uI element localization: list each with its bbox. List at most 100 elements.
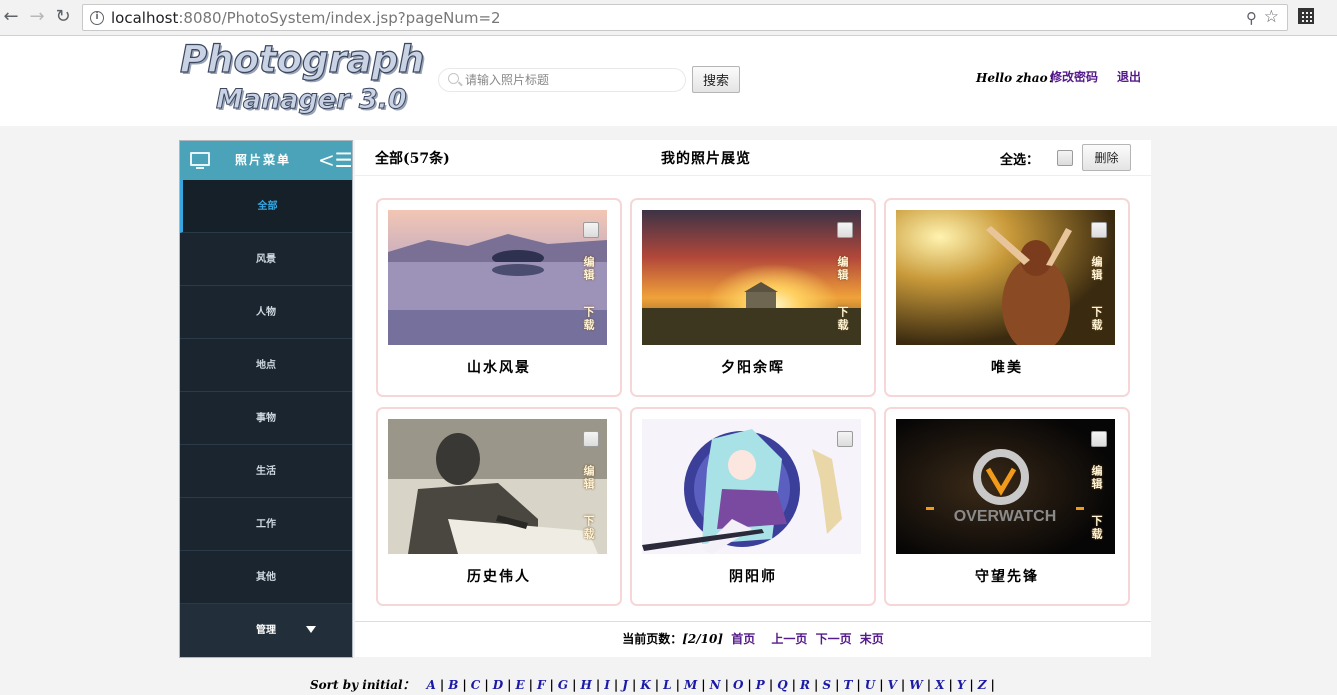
edit-link[interactable]: 编辑: [1090, 256, 1104, 282]
initial-letter-link[interactable]: V: [884, 678, 901, 692]
initial-letter-link[interactable]: P: [752, 678, 769, 692]
sidebar-item-work[interactable]: 工作: [180, 498, 352, 551]
url-text: localhost:8080/PhotoSystem/index.jsp?pag…: [111, 9, 501, 27]
prev-page-link[interactable]: 上一页: [771, 632, 807, 646]
separator: |: [990, 678, 995, 692]
photo-count: 全部(57条): [375, 151, 450, 167]
initial-letter-link[interactable]: B: [444, 678, 462, 692]
pager-label: 当前页数：: [622, 632, 683, 646]
next-page-link[interactable]: 下一页: [816, 632, 852, 646]
edit-link[interactable]: 编辑: [1090, 465, 1104, 491]
photo-title: 阴阳师: [729, 569, 777, 585]
photo-select-checkbox[interactable]: [583, 431, 599, 447]
initial-letter-link[interactable]: M: [680, 678, 701, 692]
initial-letter-link[interactable]: Z: [974, 678, 991, 692]
select-all-label: 全选：: [1000, 153, 1040, 168]
edit-link[interactable]: 编辑: [836, 256, 850, 282]
photo-select-checkbox[interactable]: [583, 222, 599, 238]
lake-landscape-image: [388, 210, 607, 345]
download-link[interactable]: 下载: [1090, 306, 1104, 332]
info-icon[interactable]: i: [90, 11, 104, 25]
initial-letter-link[interactable]: H: [577, 678, 596, 692]
initial-letter-link[interactable]: L: [659, 678, 675, 692]
initial-letter-link[interactable]: Y: [953, 678, 970, 692]
logo-line-2: Manager 3.0: [216, 84, 408, 116]
logo-line-1: Photograph: [179, 37, 425, 81]
photo-card: OVERWATCH 编辑 下载 守望先锋: [884, 407, 1130, 606]
download-link[interactable]: 下载: [836, 306, 850, 332]
initial-letter-link[interactable]: E: [511, 678, 528, 692]
search-input[interactable]: [465, 72, 675, 88]
photo-image[interactable]: [388, 419, 607, 554]
select-all-checkbox[interactable]: [1057, 150, 1073, 166]
sidebar-item-other[interactable]: 其他: [180, 551, 352, 604]
change-password-link[interactable]: 修改密码: [1050, 68, 1098, 85]
initial-letter-link[interactable]: T: [839, 678, 856, 692]
photo-image[interactable]: [388, 210, 607, 345]
photo-select-checkbox[interactable]: [1091, 222, 1107, 238]
qr-code-icon[interactable]: [1298, 8, 1314, 24]
delete-button[interactable]: 删除: [1082, 144, 1131, 171]
initial-letter-link[interactable]: C: [467, 678, 485, 692]
initial-letter-link[interactable]: I: [600, 678, 614, 692]
zoom-icon[interactable]: ⚲: [1246, 9, 1257, 27]
sort-by-initial-bar: Sort by initial： A | B | C | D | E | F | G | H | I | J | K | L |…: [310, 676, 995, 693]
first-page-link[interactable]: 首页: [731, 632, 755, 646]
initial-letter-link[interactable]: G: [554, 678, 572, 692]
sidebar-title: 照片菜单: [235, 153, 292, 167]
sidebar-item-people[interactable]: 人物: [180, 286, 352, 339]
download-link[interactable]: 下载: [582, 515, 596, 541]
address-bar[interactable]: i localhost:8080/PhotoSystem/index.jsp?p…: [82, 4, 1288, 31]
sidebar-item-places[interactable]: 地点: [180, 339, 352, 392]
search-icon: [448, 73, 459, 84]
initial-letter-link[interactable]: Q: [773, 678, 791, 692]
edit-link[interactable]: 编辑: [582, 256, 596, 282]
photo-image[interactable]: [896, 210, 1115, 345]
back-arrow-icon[interactable]: ←: [0, 6, 22, 28]
initial-letter-link[interactable]: W: [905, 678, 926, 692]
photo-card: 阴阳师: [630, 407, 876, 606]
forward-arrow-icon[interactable]: →: [26, 6, 48, 28]
photo-title: 唯美: [991, 360, 1023, 376]
initial-letter-link[interactable]: F: [533, 678, 550, 692]
download-link[interactable]: 下载: [582, 306, 596, 332]
logout-link[interactable]: 退出: [1117, 68, 1141, 85]
initial-letter-link[interactable]: A: [423, 678, 440, 692]
monitor-icon: [190, 152, 210, 169]
caret-down-icon: [306, 626, 316, 633]
photo-select-checkbox[interactable]: [837, 222, 853, 238]
photo-title: 夕阳余晖: [721, 360, 785, 376]
photo-select-checkbox[interactable]: [1091, 431, 1107, 447]
search-button[interactable]: 搜索: [692, 66, 740, 93]
initial-letter-link[interactable]: O: [729, 678, 747, 692]
sidebar-item-manage[interactable]: 管理: [180, 604, 352, 657]
initial-letter-link[interactable]: D: [489, 678, 507, 692]
bookmark-star-icon[interactable]: ☆: [1264, 7, 1279, 27]
photo-select-checkbox[interactable]: [837, 431, 853, 447]
initial-letter-link[interactable]: R: [796, 678, 814, 692]
last-page-link[interactable]: 末页: [860, 632, 884, 646]
sidebar-item-things[interactable]: 事物: [180, 392, 352, 445]
initial-letter-link[interactable]: N: [706, 678, 725, 692]
initial-letter-link[interactable]: S: [818, 678, 835, 692]
menu-collapse-icon[interactable]: <☰: [318, 150, 353, 170]
download-link[interactable]: 下载: [1090, 515, 1104, 541]
reload-icon[interactable]: ↻: [52, 6, 74, 28]
initial-letter-link[interactable]: K: [636, 678, 654, 692]
sidebar-item-all[interactable]: 全部: [180, 180, 352, 233]
sunset-image: [642, 210, 861, 345]
initial-letter-links: A | B | C | D | E | F | G | H | I | J | K | L | M | N | O | P | Q | R | S | T |…: [423, 678, 995, 692]
initial-letter-link[interactable]: X: [931, 678, 948, 692]
separator: |: [879, 678, 884, 692]
sidebar-item-life[interactable]: 生活: [180, 445, 352, 498]
photo-image[interactable]: OVERWATCH: [896, 419, 1115, 554]
initial-letter-link[interactable]: J: [618, 678, 632, 692]
photo-title: 守望先锋: [975, 569, 1039, 585]
sidebar: 照片菜单 <☰ 全部 风景 人物 地点 事物 生活 工作 其他 管理: [179, 140, 353, 658]
initial-letter-link[interactable]: U: [861, 678, 879, 692]
sidebar-item-scenery[interactable]: 风景: [180, 233, 352, 286]
overwatch-text: OVERWATCH: [954, 508, 1057, 525]
photo-image[interactable]: [642, 210, 861, 345]
edit-link[interactable]: 编辑: [582, 465, 596, 491]
photo-image[interactable]: [642, 419, 861, 554]
